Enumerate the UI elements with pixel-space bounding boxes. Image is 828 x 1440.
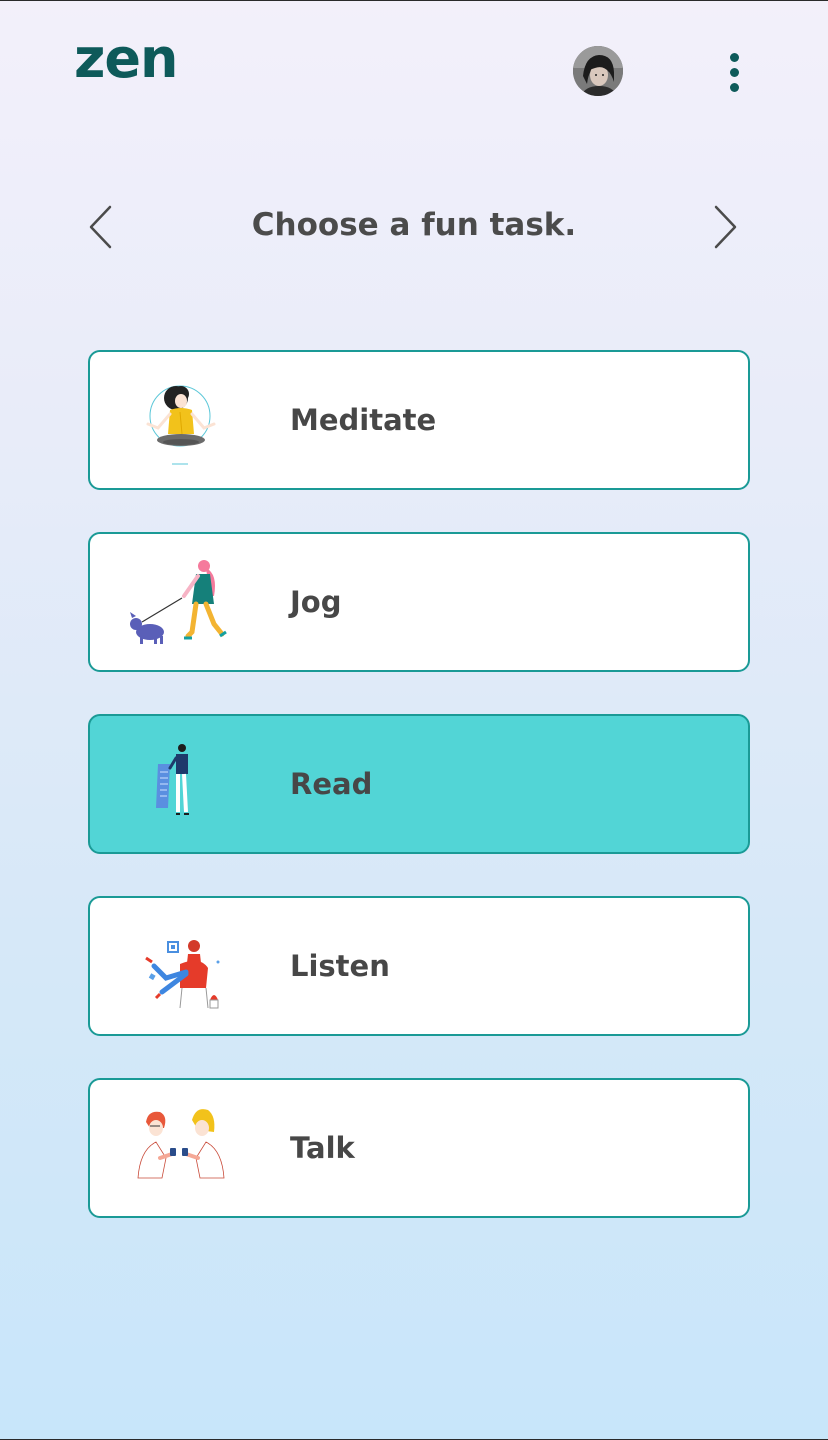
task-card-talk[interactable]: Talk <box>88 1078 750 1218</box>
task-label: Jog <box>290 585 342 619</box>
chevron-right-icon <box>714 205 737 249</box>
page-title: Choose a fun task. <box>251 207 577 243</box>
meditate-illustration <box>126 370 236 470</box>
listen-illustration <box>126 916 236 1016</box>
more-options-button[interactable] <box>718 50 750 94</box>
app-logo[interactable]: zen <box>74 32 178 86</box>
app-header: zen <box>0 0 828 140</box>
menu-dot <box>729 82 739 92</box>
read-illustration <box>126 734 236 834</box>
task-card-meditate[interactable]: Meditate <box>88 350 750 490</box>
task-card-read[interactable]: Read <box>88 714 750 854</box>
task-label: Talk <box>290 1131 355 1165</box>
task-card-jog[interactable]: Jog <box>88 532 750 672</box>
talk-illustration <box>126 1098 236 1198</box>
menu-dot <box>729 52 739 62</box>
user-avatar[interactable] <box>573 46 623 96</box>
task-label: Listen <box>290 949 390 983</box>
jog-illustration <box>126 552 236 652</box>
task-prompt-row: Choose a fun task. <box>0 195 828 257</box>
task-label: Meditate <box>290 403 437 437</box>
menu-dot <box>729 67 739 77</box>
task-list: Meditate Jog Read Listen Talk <box>88 350 750 1260</box>
task-card-listen[interactable]: Listen <box>88 896 750 1036</box>
avatar-image <box>573 46 623 96</box>
next-button[interactable] <box>710 205 740 249</box>
task-label: Read <box>290 767 373 801</box>
